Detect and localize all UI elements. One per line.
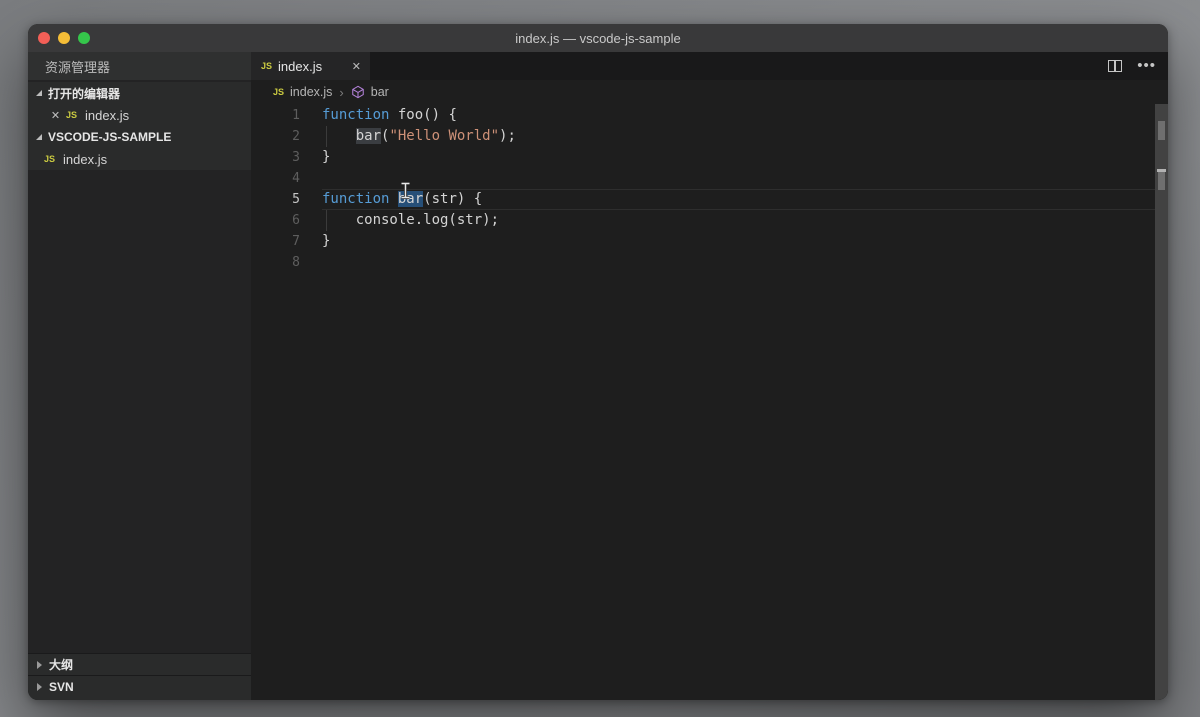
- code-line[interactable]: 4: [251, 168, 1168, 189]
- split-editor-icon[interactable]: [1108, 60, 1123, 72]
- line-number: 1: [292, 108, 300, 123]
- zoom-window-button[interactable]: [78, 32, 90, 44]
- code-token: console.log(str);: [322, 212, 500, 228]
- code-area[interactable]: 1 function foo() {2 bar("Hello World"); 3}…: [251, 104, 1168, 700]
- breadcrumb: JS index.js › bar: [251, 80, 1168, 104]
- js-file-icon: JS: [273, 87, 285, 97]
- line-number: 7: [292, 234, 300, 249]
- line-text: function bar(str) {: [300, 189, 482, 210]
- folder-section-label: VSCODE-JS-SAMPLE: [48, 130, 172, 144]
- explorer-tree: 打开的编辑器 ✕ JS index.js VSCODE-JS-SAMPLE JS…: [28, 82, 251, 170]
- indent-guide: [326, 210, 327, 231]
- breadcrumb-file[interactable]: index.js: [290, 85, 332, 99]
- tab-close-icon[interactable]: ✕: [352, 60, 361, 73]
- line-text: function foo() {: [300, 105, 457, 126]
- symbol-function-icon: [351, 85, 365, 99]
- editor-actions: •••: [1108, 52, 1168, 80]
- explorer-sidebar: 资源管理器 打开的编辑器 ✕ JS index.js VSCODE-JS-SAM…: [28, 52, 251, 700]
- code-token: function: [322, 107, 390, 123]
- js-file-icon: JS: [66, 110, 78, 120]
- line-text: }: [300, 147, 330, 168]
- tab-bar: JS index.js ✕ •••: [251, 52, 1168, 80]
- twisty-collapsed-icon: [37, 660, 42, 669]
- breadcrumb-symbol[interactable]: bar: [371, 85, 389, 99]
- line-number: 5: [292, 192, 300, 207]
- line-text: [300, 252, 322, 273]
- line-text: bar("Hello World");: [300, 126, 516, 147]
- code-token: "Hello World": [389, 128, 500, 144]
- close-editor-icon[interactable]: ✕: [50, 109, 61, 122]
- code-token: );: [499, 128, 516, 144]
- minimize-window-button[interactable]: [58, 32, 70, 44]
- outline-section-header[interactable]: 大纲: [28, 653, 251, 675]
- traffic-lights: [38, 32, 90, 44]
- line-number: 8: [292, 255, 300, 270]
- line-number: 2: [292, 129, 300, 144]
- line-text: [300, 168, 322, 189]
- svn-label: SVN: [49, 679, 74, 694]
- tree-filename: index.js: [63, 151, 108, 167]
- tab-indexjs[interactable]: JS index.js ✕: [251, 52, 370, 80]
- editor-group: JS index.js ✕ ••• JS index.js › bar 1 fu…: [251, 52, 1168, 700]
- more-actions-icon[interactable]: •••: [1137, 58, 1156, 73]
- line-number: 6: [292, 213, 300, 228]
- code-line[interactable]: 1 function foo() {: [251, 105, 1168, 126]
- overview-ruler-selection-mark: [1158, 172, 1165, 190]
- sidebar-bottom-pad: [28, 697, 251, 700]
- line-number: 4: [292, 171, 300, 186]
- code-line[interactable]: 5 function bar(str) {: [251, 189, 1168, 210]
- js-file-icon: JS: [44, 154, 56, 164]
- open-editor-item-indexjs[interactable]: ✕ JS index.js: [28, 104, 251, 126]
- code-line[interactable]: 8: [251, 252, 1168, 273]
- code-line[interactable]: 3}: [251, 147, 1168, 168]
- sidebar-empty-area: [28, 170, 251, 653]
- line-text: console.log(str);: [300, 210, 499, 231]
- breadcrumb-separator: ›: [339, 84, 344, 100]
- titlebar[interactable]: index.js — vscode-js-sample: [28, 24, 1168, 52]
- code-token: foo() {: [389, 107, 457, 123]
- selected-text: bar: [397, 191, 424, 207]
- sidebar-title: 资源管理器: [28, 52, 251, 80]
- code-token: }: [322, 233, 331, 249]
- open-editors-label: 打开的编辑器: [48, 86, 121, 101]
- code-line[interactable]: 2 bar("Hello World");: [251, 126, 1168, 147]
- outline-label: 大纲: [49, 658, 74, 672]
- overview-ruler-highlight-mark: [1158, 121, 1165, 140]
- close-window-button[interactable]: [38, 32, 50, 44]
- code-token: function: [322, 191, 390, 207]
- code-lines: 1 function foo() {2 bar("Hello World"); 3}…: [251, 105, 1168, 273]
- open-editor-filename: index.js: [85, 107, 130, 123]
- code-token: (str) {: [423, 191, 483, 207]
- open-editors-section-header[interactable]: 打开的编辑器: [28, 82, 251, 104]
- vscode-window: index.js — vscode-js-sample 资源管理器 打开的编辑器…: [28, 24, 1168, 700]
- tab-label: index.js: [278, 58, 323, 74]
- twisty-open-icon: [36, 134, 42, 140]
- folder-section-header[interactable]: VSCODE-JS-SAMPLE: [28, 126, 251, 148]
- word-highlight: bar: [355, 128, 382, 144]
- indent-guide: [326, 126, 327, 147]
- code-line[interactable]: 6 console.log(str);: [251, 210, 1168, 231]
- code-line[interactable]: 7}: [251, 231, 1168, 252]
- twisty-open-icon: [36, 90, 42, 96]
- window-title: index.js — vscode-js-sample: [515, 30, 681, 46]
- svn-section-header[interactable]: SVN: [28, 675, 251, 697]
- tree-item-indexjs[interactable]: JS index.js: [28, 148, 251, 170]
- code-token: }: [322, 149, 331, 165]
- twisty-collapsed-icon: [37, 682, 42, 691]
- editor-scrollbar[interactable]: [1155, 104, 1168, 700]
- line-number: 3: [292, 150, 300, 165]
- line-text: }: [300, 231, 330, 252]
- js-file-icon: JS: [261, 61, 273, 71]
